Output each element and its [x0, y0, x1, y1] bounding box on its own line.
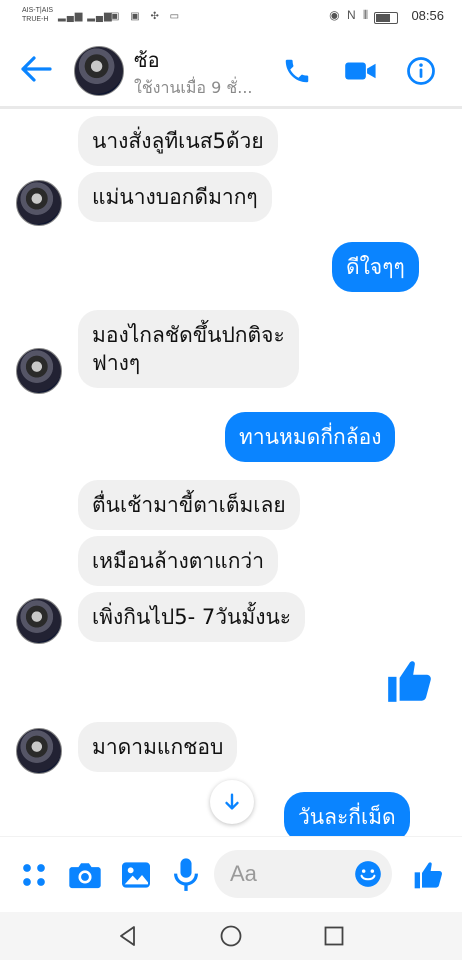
- signal-strength-icon: ▂▄▆ ▂▄▆: [58, 11, 113, 22]
- message-bubble-incoming[interactable]: ตื่นเช้ามาขี้ตาเต็มเลย: [78, 480, 300, 530]
- arrow-down-icon: [225, 793, 239, 810]
- video-camera-icon[interactable]: [344, 56, 378, 86]
- nav-home-icon[interactable]: [219, 924, 243, 948]
- message-bubble-incoming[interactable]: มาดามแกชอบ: [78, 722, 238, 772]
- system-nav-bar: [0, 912, 462, 960]
- sender-avatar: [16, 598, 62, 644]
- sender-avatar: [16, 728, 62, 774]
- phone-icon[interactable]: [282, 56, 312, 86]
- message-input[interactable]: Aa: [214, 850, 392, 898]
- image-icon[interactable]: [120, 859, 152, 891]
- message-line: มองไกลชัดขึ้นปกติจะ: [92, 323, 285, 347]
- battery-icon: [374, 12, 398, 24]
- message-bubble-outgoing[interactable]: วันละกี่เม็ด: [284, 792, 410, 842]
- sender-avatar: [16, 348, 62, 394]
- thumbs-up-icon[interactable]: [384, 656, 434, 706]
- contact-avatar[interactable]: [74, 46, 124, 96]
- message-bubble-outgoing[interactable]: ทานหมดกี่กล้อง: [225, 412, 396, 462]
- notification-icons: ▣ ▣ ✣ ▭: [110, 11, 184, 22]
- message-line: ฟางๆ: [92, 351, 141, 375]
- emoji-icon[interactable]: [354, 860, 382, 888]
- camera-icon[interactable]: [68, 859, 102, 891]
- carrier-label: AIS-T|AIS TRUE-H: [22, 6, 53, 24]
- thumbs-up-icon[interactable]: [412, 859, 444, 891]
- carrier-line-2: TRUE-H: [22, 16, 49, 23]
- chat-header: ซ้อ ใช้งานเมื่อ 9 ชั่...: [0, 34, 462, 109]
- carrier-line-1: AIS-T|AIS: [22, 7, 53, 14]
- back-arrow-icon[interactable]: [20, 54, 52, 84]
- info-icon[interactable]: [406, 56, 436, 86]
- contact-name[interactable]: ซ้อ: [134, 44, 160, 76]
- message-bubble-incoming[interactable]: นางสั่งลูทีเนส5ด้วย: [78, 116, 278, 166]
- nav-recents-icon[interactable]: [322, 924, 346, 948]
- system-status-icons: ◉ N ⫴: [329, 8, 370, 22]
- message-bubble-outgoing[interactable]: ดีใจๆๆ: [332, 242, 419, 292]
- composer-bar: Aa: [0, 836, 462, 913]
- clock: 08:56: [411, 8, 444, 23]
- four-dots-icon[interactable]: [20, 861, 48, 889]
- microphone-icon[interactable]: [172, 857, 200, 893]
- message-bubble-incoming[interactable]: มองไกลชัดขึ้นปกติจะ ฟางๆ: [78, 310, 299, 388]
- sender-avatar: [16, 180, 62, 226]
- status-bar: AIS-T|AIS TRUE-H ▂▄▆ ▂▄▆ ▣ ▣ ✣ ▭ ◉ N ⫴ 0…: [0, 0, 462, 34]
- nav-back-icon[interactable]: [116, 924, 140, 948]
- message-bubble-incoming[interactable]: แม่นางบอกดีมากๆ: [78, 172, 272, 222]
- message-bubble-incoming[interactable]: เพิ่งกินไป5- 7วันมั้งนะ: [78, 592, 306, 642]
- active-status: ใช้งานเมื่อ 9 ชั่...: [134, 78, 253, 97]
- scroll-to-bottom-button[interactable]: [210, 780, 254, 824]
- message-bubble-incoming[interactable]: เหมือนล้างตาแกว่า: [78, 536, 279, 586]
- message-input-placeholder: Aa: [230, 861, 257, 886]
